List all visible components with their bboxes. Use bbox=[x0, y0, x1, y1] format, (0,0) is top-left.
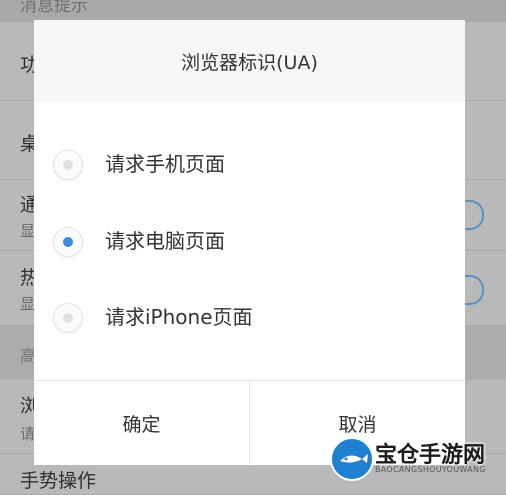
watermark-logo: 宝仓手游网 BAOCANGSHOUYOUWANG bbox=[330, 437, 502, 481]
radio-dot bbox=[63, 160, 73, 170]
radio-button-selected[interactable] bbox=[53, 227, 83, 257]
option-label: 请求手机页面 bbox=[105, 152, 225, 176]
confirm-button[interactable]: 确定 bbox=[34, 381, 250, 466]
watermark-subtitle: BAOCANGSHOUYOUWANG bbox=[375, 465, 486, 474]
option-desktop[interactable]: 请求电脑页面 bbox=[34, 211, 465, 271]
radio-dot bbox=[63, 237, 73, 247]
option-mobile[interactable]: 请求手机页面 bbox=[34, 134, 465, 194]
radio-dot bbox=[63, 313, 73, 323]
settings-row-subtitle: 请 bbox=[20, 425, 36, 443]
dialog-title: 浏览器标识(UA) bbox=[34, 20, 465, 102]
settings-row-title: 手势操作 bbox=[20, 470, 97, 492]
section-header-notifications: 消息提示 bbox=[0, 0, 506, 22]
radio-button[interactable] bbox=[53, 150, 83, 180]
option-label: 请求电脑页面 bbox=[105, 229, 225, 253]
option-iphone[interactable]: 请求iPhone页面 bbox=[34, 287, 465, 347]
fish-logo-icon bbox=[330, 437, 374, 481]
section-header-label: 消息提示 bbox=[20, 0, 88, 16]
ua-dialog: 浏览器标识(UA) 请求手机页面 请求电脑页面 请求iPhone页面 确定 取消 bbox=[34, 20, 465, 466]
option-label: 请求iPhone页面 bbox=[105, 305, 253, 329]
settings-row-subtitle: 显 bbox=[20, 222, 36, 240]
radio-button[interactable] bbox=[53, 303, 83, 333]
settings-row-subtitle: 显 bbox=[20, 295, 36, 313]
